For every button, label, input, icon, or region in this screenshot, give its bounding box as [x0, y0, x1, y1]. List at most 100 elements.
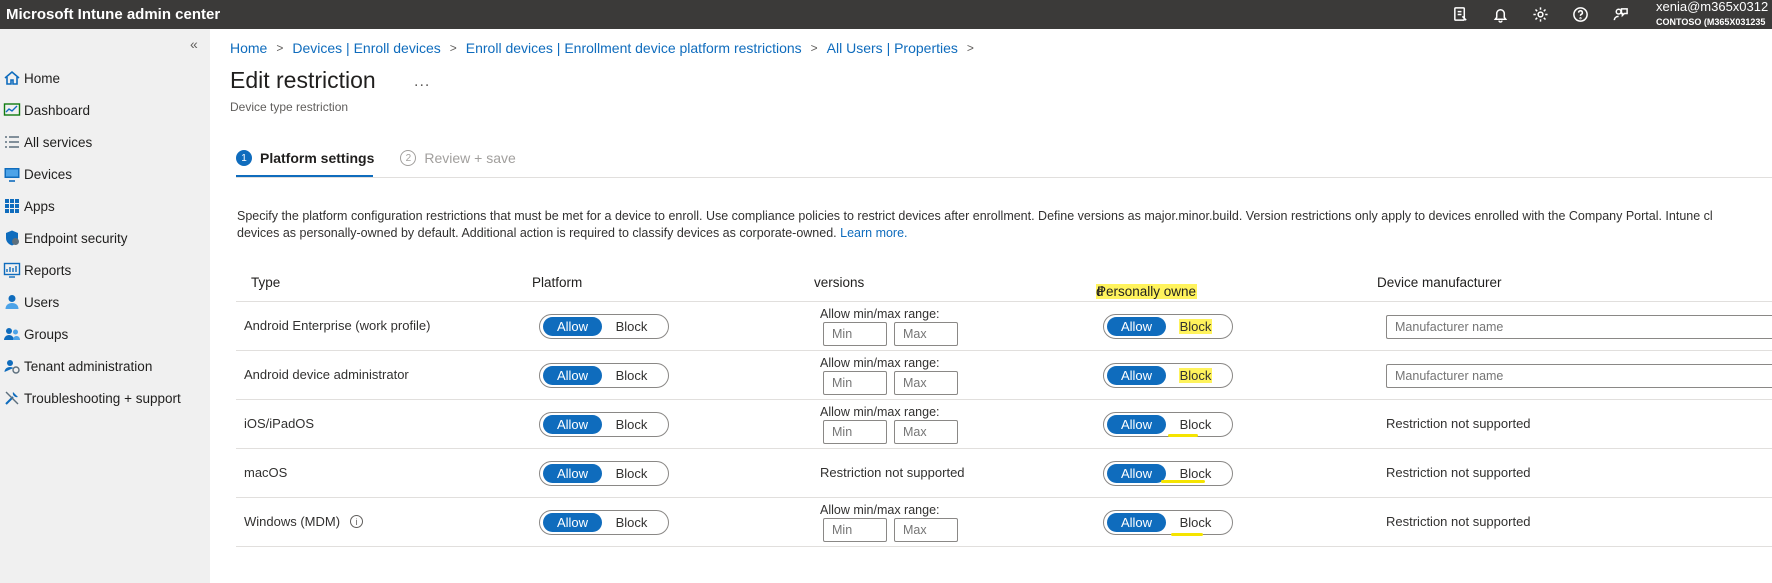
allow-option[interactable]: Allow [1107, 366, 1166, 385]
person-feedback-icon[interactable] [1600, 0, 1640, 29]
sidebar-item-label: Dashboard [24, 102, 91, 118]
manufacturer-name-input[interactable] [1386, 315, 1772, 339]
block-option[interactable]: Block [602, 464, 661, 483]
breadcrumb-platform-restrictions[interactable]: Enroll devices | Enrollment device platf… [466, 40, 802, 56]
breadcrumb-devices-enroll[interactable]: Devices | Enroll devices [292, 40, 440, 56]
account-info[interactable]: xenia@m365x0312 CONTOSO (M365X031235 [1656, 0, 1772, 29]
app-title[interactable]: Microsoft Intune admin center [0, 6, 220, 23]
sidebar-item-label: Users [24, 294, 60, 310]
highlighted-text: Block [1178, 368, 1213, 383]
allow-option[interactable]: Allow [1107, 513, 1166, 532]
allow-option[interactable]: Allow [543, 317, 602, 336]
sidebar-item-home[interactable]: Home [0, 62, 210, 94]
column-header-platform: Platform [532, 275, 583, 290]
reports-icon [1, 260, 23, 280]
sidebar-item-apps[interactable]: Apps [0, 190, 210, 222]
step-label: Review + save [424, 150, 516, 166]
max-version-input[interactable] [894, 420, 958, 444]
block-option[interactable]: Block [602, 317, 661, 336]
block-option[interactable]: Block [602, 366, 661, 385]
step-review-save[interactable]: 2 Review + save [400, 150, 516, 166]
type-cell: Android Enterprise (work profile) [244, 318, 430, 333]
min-version-input[interactable] [823, 518, 887, 542]
feedback-shell-icon[interactable] [1440, 0, 1480, 29]
type-label: Windows (MDM) [244, 514, 341, 529]
sidebar-item-all-services[interactable]: All services [0, 126, 210, 158]
description-line-2: devices as personally-owned by default. … [237, 225, 1772, 242]
sidebar-item-endpoint-security[interactable]: Endpoint security [0, 222, 210, 254]
sidebar-item-troubleshooting[interactable]: Troubleshooting + support [0, 382, 210, 414]
type-cell: Windows (MDM) i [244, 514, 364, 529]
manufacturer-name-input[interactable] [1386, 364, 1772, 388]
highlight-mark [1171, 533, 1203, 536]
block-option[interactable]: Block [602, 415, 661, 434]
description-text: Specify the platform configuration restr… [237, 208, 1772, 242]
bell-icon[interactable] [1480, 0, 1520, 29]
manufacturer-not-supported: Restriction not supported [1386, 514, 1531, 529]
block-label: Block [1179, 466, 1212, 481]
sidebar-item-label: Apps [24, 198, 55, 214]
allow-option[interactable]: Allow [543, 366, 602, 385]
collapse-sidebar-icon[interactable]: « [190, 37, 204, 51]
wrench-icon [1, 388, 23, 408]
block-option[interactable]: Block [1166, 317, 1225, 336]
devices-icon [1, 164, 23, 184]
min-version-input[interactable] [823, 322, 887, 346]
sidebar-item-devices[interactable]: Devices [0, 158, 210, 190]
sidebar-item-tenant-administration[interactable]: Tenant administration [0, 350, 210, 382]
version-range-label: Allow min/max range: [820, 503, 940, 517]
more-options-button[interactable]: ... [414, 73, 430, 91]
header-text-tail: d [1096, 284, 1104, 299]
block-option[interactable]: Block [1166, 415, 1225, 434]
allow-option[interactable]: Allow [543, 464, 602, 483]
min-version-input[interactable] [823, 420, 887, 444]
sidebar-item-label: Tenant administration [24, 358, 153, 374]
platform-toggle: Allow Block [539, 510, 669, 535]
allow-option[interactable]: Allow [1107, 415, 1166, 434]
sidebar-item-dashboard[interactable]: Dashboard [0, 94, 210, 126]
sidebar-item-reports[interactable]: Reports [0, 254, 210, 286]
max-version-input[interactable] [894, 518, 958, 542]
type-label: iOS/iPadOS [244, 416, 315, 431]
block-option[interactable]: Block [602, 513, 661, 532]
learn-more-link[interactable]: Learn more. [840, 226, 907, 240]
sidebar-item-label: Troubleshooting + support [24, 390, 181, 406]
highlighted-text: Block [1178, 319, 1213, 334]
max-version-input[interactable] [894, 371, 958, 395]
step-platform-settings[interactable]: 1 Platform settings [236, 150, 374, 166]
wizard-steps: 1 Platform settings 2 Review + save [236, 150, 542, 166]
manufacturer-not-supported: Restriction not supported [1386, 465, 1531, 480]
column-header-device-manufacturer: Device manufacturer [1377, 275, 1502, 290]
min-version-input[interactable] [823, 371, 887, 395]
gear-icon[interactable] [1520, 0, 1560, 29]
type-cell: macOS [244, 465, 287, 480]
block-option[interactable]: Block [1166, 366, 1225, 385]
account-tenant: CONTOSO (M365X031235 [1656, 17, 1766, 27]
breadcrumb-home[interactable]: Home [230, 40, 267, 56]
breadcrumb-separator: > [276, 41, 284, 55]
allow-option[interactable]: Allow [543, 513, 602, 532]
sidebar-item-users[interactable]: Users [0, 286, 210, 318]
table-row: Android device administrator Allow Block… [236, 351, 1772, 400]
sidebar-item-label: Devices [24, 166, 73, 182]
versions-not-supported: Restriction not supported [820, 465, 965, 480]
page-subtitle: Device type restriction [230, 100, 349, 114]
sidebar: « Home Dashboard All services Devices Ap… [0, 29, 210, 583]
sidebar-item-groups[interactable]: Groups [0, 318, 210, 350]
table-header: Type Platform versions Personally owne d … [236, 266, 1772, 302]
tenant-icon [1, 356, 23, 376]
breadcrumb-all-users-properties[interactable]: All Users | Properties [827, 40, 958, 56]
user-icon [1, 292, 23, 312]
sidebar-item-label: Groups [24, 326, 69, 342]
info-icon[interactable]: i [350, 515, 364, 528]
allow-option[interactable]: Allow [1107, 464, 1166, 483]
allow-option[interactable]: Allow [1107, 317, 1166, 336]
allow-option[interactable]: Allow [543, 415, 602, 434]
page-title: Edit restriction [230, 67, 376, 93]
block-option[interactable]: Block [1166, 513, 1225, 532]
home-icon [1, 68, 23, 88]
help-icon[interactable] [1560, 0, 1600, 29]
breadcrumb-separator: > [449, 41, 457, 55]
max-version-input[interactable] [894, 322, 958, 346]
sidebar-item-label: Reports [24, 262, 72, 278]
